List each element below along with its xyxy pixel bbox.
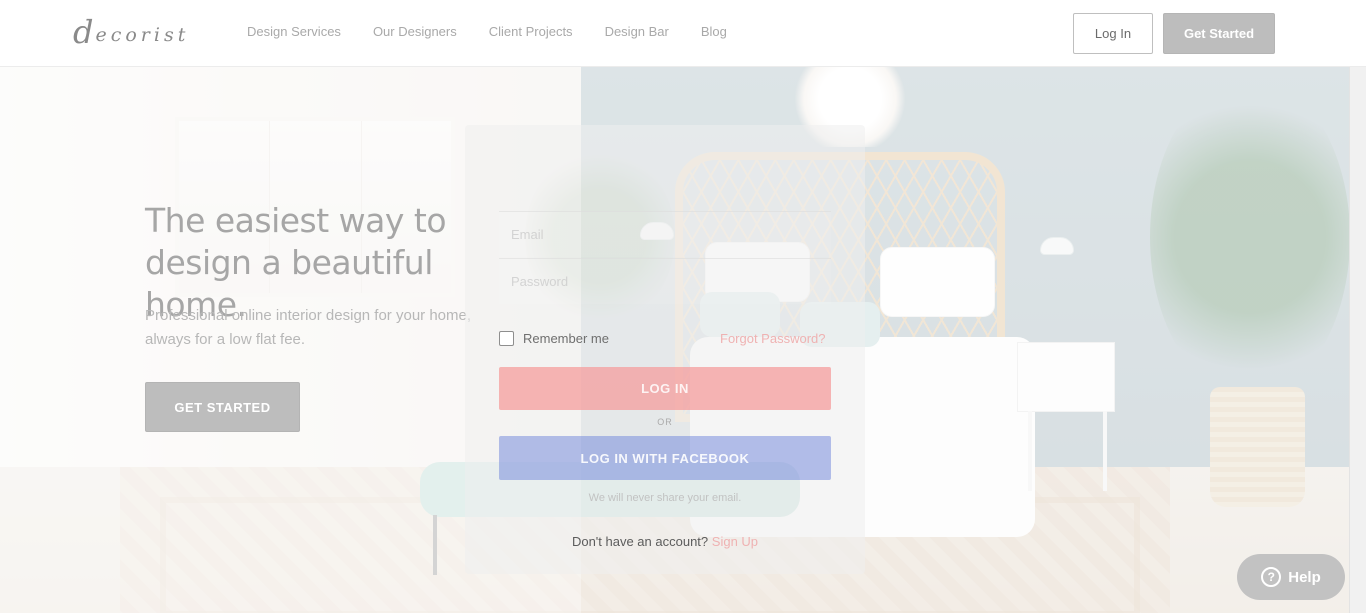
nav-design-services[interactable]: Design Services (247, 24, 341, 39)
nav-blog[interactable]: Blog (701, 24, 727, 39)
no-account-text: Don't have an account? (571, 534, 709, 549)
nav-client-projects[interactable]: Client Projects (489, 24, 573, 39)
page-scrollbar[interactable] (1349, 67, 1366, 613)
nav-design-bar[interactable]: Design Bar (605, 24, 669, 39)
login-modal: Remember me Forgot Password? LOG IN OR L… (465, 125, 865, 574)
hero-get-started-button[interactable]: GET STARTED (145, 382, 300, 432)
or-divider: OR (657, 417, 673, 427)
question-circle-icon: ? (1261, 567, 1282, 587)
remember-me-checkbox[interactable] (499, 331, 514, 346)
privacy-note: We will never share your email. (588, 492, 742, 504)
main-nav: Design Services Our Designers Client Pro… (247, 24, 759, 39)
password-input[interactable] (499, 259, 831, 304)
header-login-button[interactable]: Log In (1073, 13, 1153, 54)
hero-subline: Professional online interior design for … (145, 307, 472, 348)
help-button[interactable]: ? Help (1237, 554, 1345, 600)
facebook-login-button[interactable]: LOG IN WITH FACEBOOK (499, 436, 831, 480)
nav-our-designers[interactable]: Our Designers (373, 24, 457, 39)
header-get-started-button[interactable]: Get Started (1163, 13, 1275, 54)
remember-me-label: Remember me (523, 331, 609, 346)
site-header: d ecorist Design Services Our Designers … (0, 0, 1366, 67)
logo-text: ecorist (95, 24, 190, 46)
help-label: Help (1288, 568, 1321, 586)
forgot-password-link[interactable]: Forgot Password? (720, 331, 826, 346)
remember-me[interactable]: Remember me (499, 331, 609, 346)
password-field-wrapper (499, 258, 831, 304)
signup-prompt: Don't have an account? Sign Up (465, 534, 865, 549)
signup-link[interactable]: Sign Up (712, 534, 758, 549)
email-field-wrapper (499, 211, 831, 257)
decorist-logo[interactable]: d ecorist (73, 14, 189, 50)
logo-initial: d (73, 13, 94, 51)
email-input[interactable] (499, 212, 831, 257)
login-submit-button[interactable]: LOG IN (499, 367, 831, 410)
